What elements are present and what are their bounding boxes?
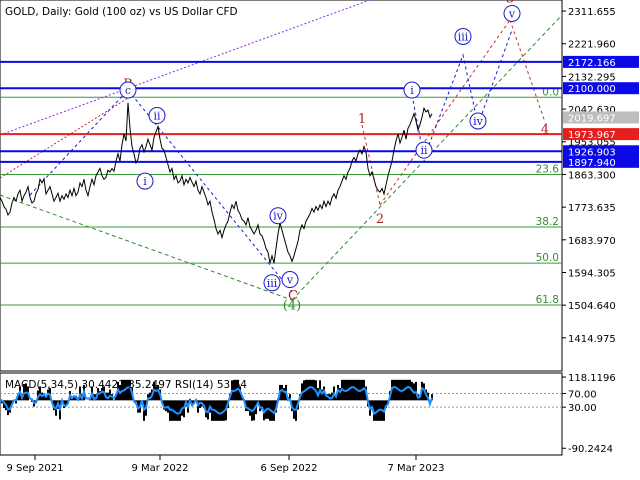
subwave-label-2: ii (153, 110, 161, 123)
subwave-label-5: v (286, 274, 294, 287)
time-tick-label-2: 6 Sep 2022 (260, 463, 317, 474)
level-tag-label-5: 1897.940 (568, 158, 616, 169)
fib-level-label-4: 61.8 (536, 294, 559, 306)
macd-bar (309, 379, 311, 401)
wave-label-2: 1 (358, 112, 366, 127)
price-tick-label-0: 2311.655 (568, 7, 616, 18)
price-tick-label-7: 1683.970 (568, 236, 616, 247)
macd-bar (415, 381, 417, 401)
price-tick-label-1: 2221.960 (568, 40, 616, 51)
subwave-label-3: iii (267, 277, 278, 290)
time-tick-label-1: 9 Mar 2022 (131, 463, 188, 474)
wave-label-5: 4 (541, 123, 549, 138)
time-tick-label-0: 9 Sep 2021 (6, 463, 63, 474)
macd-bar (395, 379, 397, 401)
fib-level-label-1: 23.6 (536, 163, 560, 175)
subwave-label-9: iv (473, 115, 484, 128)
macd-bar (407, 379, 409, 401)
price-tick-label-9: 1504.640 (568, 301, 616, 312)
indicator-tick-label-1: 70.00 (568, 390, 597, 401)
macd-bar (353, 379, 355, 401)
level-tag-label-2: 2019.697 (568, 113, 616, 124)
price-tick-label-6: 1773.635 (568, 203, 616, 214)
subwave-label-7: ii (420, 144, 428, 157)
macd-bar (281, 384, 283, 401)
subwave-label-0: c (125, 84, 131, 97)
level-tag-label-3: 1973.967 (568, 130, 616, 141)
indicator-tick-label-0: 118.1196 (568, 373, 616, 384)
subwave-label-1: i (143, 175, 147, 188)
indicator-title: MACD(5,34,5) 30.4421 35.2497 RSI(14) 53.… (5, 379, 247, 391)
price-tick-label-5: 1863.300 (568, 170, 616, 181)
indicator-tick-label-3: -90.2424 (568, 444, 613, 455)
macd-bar (217, 400, 219, 421)
level-tag-label-0: 2172.166 (568, 58, 616, 69)
macd-bar (311, 379, 313, 401)
time-tick-label-3: 7 Mar 2023 (387, 463, 444, 474)
macd-bar (113, 399, 115, 401)
subwave-label-6: i (410, 84, 414, 97)
macd-bar (405, 379, 407, 401)
macd-bar (351, 379, 353, 401)
fib-level-label-3: 50.0 (536, 252, 559, 264)
macd-bar (177, 400, 179, 421)
subwave-label-10: v (508, 7, 516, 20)
subwave-label-4: iv (273, 210, 284, 223)
level-tag-label-1: 2100.000 (568, 84, 616, 95)
macd-bar (219, 400, 221, 421)
price-tick-label-10: 1414.975 (568, 334, 616, 345)
wave-degree-label-0: (4) (283, 298, 301, 313)
wave-label-3: 2 (376, 212, 384, 227)
chart-title: GOLD, Daily: Gold (100 oz) vs US Dollar … (5, 6, 238, 18)
price-tick-label-8: 1594.305 (568, 268, 616, 279)
fib-level-label-2: 38.2 (536, 216, 559, 228)
macd-bar (249, 400, 251, 416)
chart-canvas: 0.023.638.250.061.8 BC1234(4)ciiiiiiivvi… (0, 0, 640, 480)
subwave-label-8: iii (458, 30, 469, 43)
macd-bar (175, 400, 177, 421)
price-tick-label-2: 2132.295 (568, 72, 616, 83)
macd-bar (165, 400, 167, 412)
macd-bar (221, 400, 223, 421)
indicator-tick-label-2: 30.00 (568, 403, 597, 414)
macd-bar (393, 379, 395, 401)
